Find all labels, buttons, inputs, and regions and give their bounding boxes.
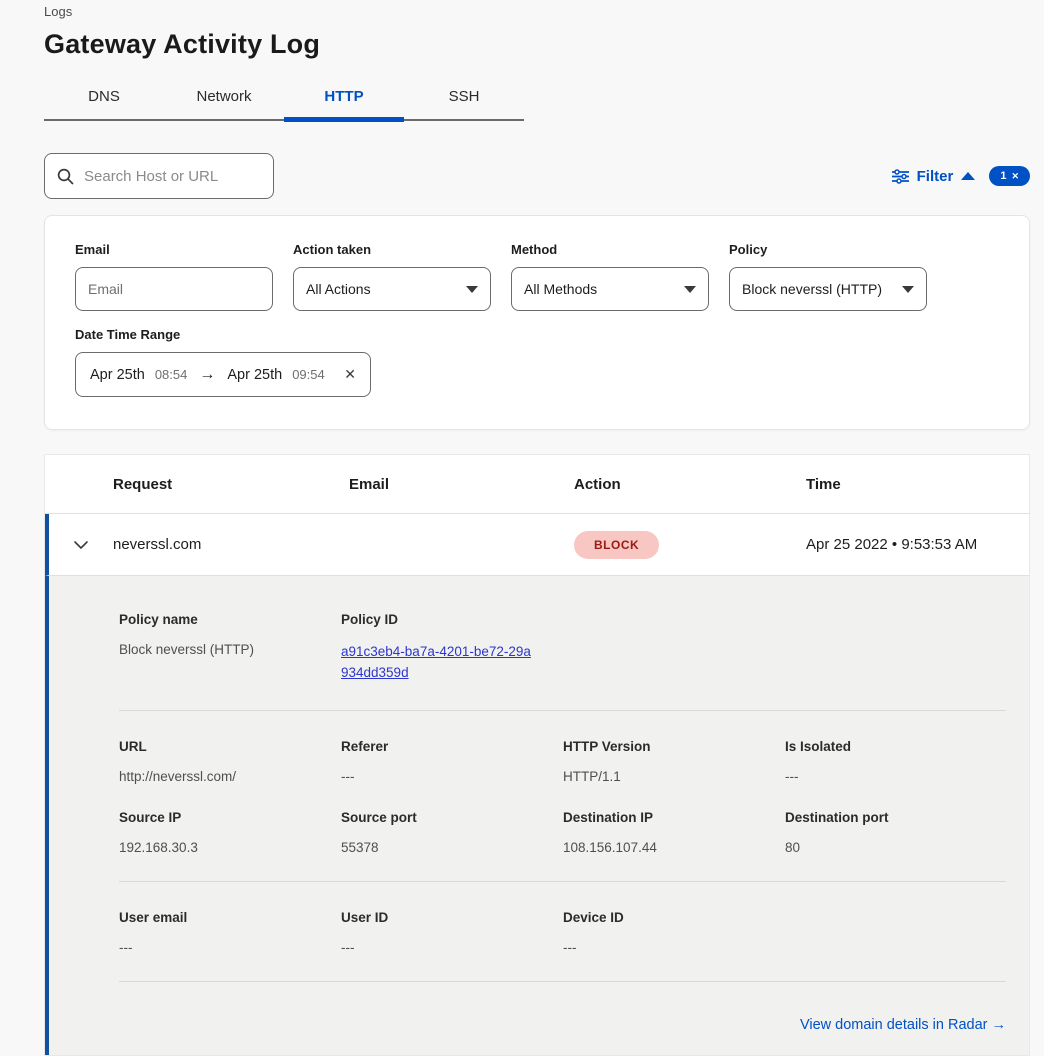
filter-label: Filter (917, 168, 954, 185)
radar-link-label: View domain details in Radar (800, 1017, 988, 1033)
policy-id-link[interactable]: a91c3eb4-ba7a-4201-be72-29a934dd359d (341, 642, 531, 684)
search-input[interactable] (84, 168, 261, 185)
email-filter-label: Email (75, 242, 273, 257)
filter-count: 1 (1000, 170, 1006, 182)
clear-date-icon[interactable]: ✕ (344, 366, 356, 383)
time-value: Apr 25 2022 • 9:53:53 AM (806, 536, 1029, 553)
request-value: neverssl.com (113, 536, 349, 553)
arrow-right-icon: → (197, 366, 217, 384)
policy-section: Policy name Block neverssl (HTTP) Policy… (119, 612, 1006, 684)
source-ip-value: 192.168.30.3 (119, 840, 341, 855)
user-id-value: --- (341, 940, 563, 955)
breadcrumb: Logs (44, 4, 1030, 19)
page-title: Gateway Activity Log (44, 29, 1030, 60)
destination-port-label: Destination port (785, 810, 1006, 825)
end-date: Apr 25th (227, 367, 282, 383)
date-range-field[interactable]: Apr 25th 08:54 → Apr 25th 09:54 ✕ (75, 352, 371, 397)
policy-name-value: Block neverssl (HTTP) (119, 642, 341, 657)
table-row[interactable]: neverssl.com BLOCK Apr 25 2022 • 9:53:53… (45, 514, 1029, 576)
start-time: 08:54 (155, 367, 188, 382)
is-isolated-value: --- (785, 769, 1006, 784)
end-time: 09:54 (292, 367, 325, 382)
status-badge-block: BLOCK (574, 531, 659, 559)
tab-network[interactable]: Network (164, 76, 284, 119)
method-label: Method (511, 242, 709, 257)
action-taken-label: Action taken (293, 242, 491, 257)
is-isolated-label: Is Isolated (785, 739, 1006, 754)
tab-http[interactable]: HTTP (284, 76, 404, 119)
http-version-value: HTTP/1.1 (563, 769, 785, 784)
chevron-down-icon (902, 286, 914, 293)
chevron-down-icon (466, 286, 478, 293)
search-icon (57, 168, 74, 185)
source-port-value: 55378 (341, 840, 563, 855)
user-id-label: User ID (341, 910, 563, 925)
chevron-down-icon (684, 286, 696, 293)
destination-ip-label: Destination IP (563, 810, 785, 825)
col-request: Request (113, 476, 349, 493)
policy-id-label: Policy ID (341, 612, 563, 627)
url-value: http://neverssl.com/ (119, 769, 341, 784)
row-detail-panel: Policy name Block neverssl (HTTP) Policy… (45, 576, 1029, 1056)
filter-button[interactable]: Filter 1 ✕ (892, 166, 1030, 186)
filter-icon (892, 169, 909, 184)
chevron-down-icon[interactable] (73, 540, 89, 550)
filter-panel: Email Action taken All Actions Method Al… (44, 215, 1030, 430)
arrow-right-icon: → (992, 1017, 1007, 1033)
action-taken-value: All Actions (306, 281, 371, 297)
collapse-caret-icon[interactable] (961, 172, 975, 180)
referer-label: Referer (341, 739, 563, 754)
tab-dns[interactable]: DNS (44, 76, 164, 119)
search-box[interactable] (44, 153, 274, 199)
clear-filter-icon[interactable]: ✕ (1011, 171, 1019, 182)
divider (119, 710, 1006, 711)
policy-value: Block neverssl (HTTP) (742, 281, 882, 297)
http-version-label: HTTP Version (563, 739, 785, 754)
radar-details-link[interactable]: View domain details in Radar → (800, 1017, 1006, 1033)
email-field[interactable] (88, 281, 260, 297)
destination-port-value: 80 (785, 840, 1006, 855)
source-ip-label: Source IP (119, 810, 341, 825)
device-id-label: Device ID (563, 910, 785, 925)
col-time: Time (806, 476, 1029, 493)
email-field-wrap (75, 267, 273, 311)
activity-table: Request Email Action Time neverssl.com B… (44, 454, 1030, 1056)
tab-bar: DNS Network HTTP SSH (44, 76, 524, 121)
method-value: All Methods (524, 281, 597, 297)
divider (119, 881, 1006, 882)
filter-count-badge[interactable]: 1 ✕ (989, 166, 1030, 186)
action-taken-select[interactable]: All Actions (293, 267, 491, 311)
policy-label: Policy (729, 242, 927, 257)
policy-name-label: Policy name (119, 612, 341, 627)
source-port-label: Source port (341, 810, 563, 825)
divider (119, 981, 1006, 982)
destination-ip-value: 108.156.107.44 (563, 840, 785, 855)
date-range-label: Date Time Range (75, 327, 999, 342)
table-header: Request Email Action Time (45, 455, 1029, 514)
user-section: User email --- User ID --- Device ID --- (119, 910, 1006, 955)
toolbar: Filter 1 ✕ (44, 153, 1030, 199)
user-email-label: User email (119, 910, 341, 925)
method-select[interactable]: All Methods (511, 267, 709, 311)
col-email: Email (349, 476, 574, 493)
policy-select[interactable]: Block neverssl (HTTP) (729, 267, 927, 311)
http-detail-row-2: Source IP 192.168.30.3 Source port 55378… (119, 810, 1006, 855)
start-date: Apr 25th (90, 367, 145, 383)
http-detail-row-1: URL http://neverssl.com/ Referer --- HTT… (119, 739, 1006, 784)
referer-value: --- (341, 769, 563, 784)
col-action: Action (574, 476, 806, 493)
user-email-value: --- (119, 940, 341, 955)
device-id-value: --- (563, 940, 785, 955)
url-label: URL (119, 739, 341, 754)
tab-ssh[interactable]: SSH (404, 76, 524, 119)
